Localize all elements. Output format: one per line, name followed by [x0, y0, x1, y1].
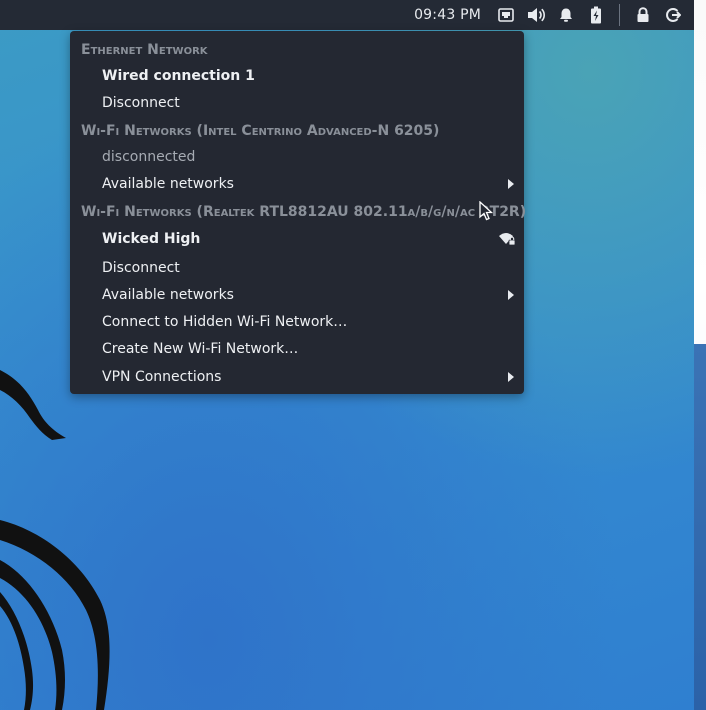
menu-item-label: Available networks — [102, 286, 234, 303]
section-header-label: Ethernet Network — [81, 41, 208, 58]
wifi-intel-status: disconnected — [70, 143, 524, 170]
network-wired-icon[interactable] — [495, 4, 517, 26]
wifi-secure-signal-icon — [499, 232, 516, 245]
volume-icon[interactable] — [525, 4, 547, 26]
menu-item-label: VPN Connections — [102, 368, 222, 385]
menu-item-label: Available networks — [102, 175, 234, 192]
wifi-intel-available-networks-item[interactable]: Available networks — [70, 170, 524, 197]
wifi-realtek-header: Wi-Fi Networks (Realtek RTL8812AU 802.11… — [70, 198, 527, 225]
vpn-connections-item[interactable]: VPN Connections — [70, 363, 524, 390]
mouse-cursor-icon — [479, 201, 493, 221]
clock[interactable]: 09:43 PM — [414, 7, 481, 23]
wifi-realtek-disconnect-item[interactable]: Disconnect — [70, 254, 524, 281]
connect-hidden-wifi-item[interactable]: Connect to Hidden Wi-Fi Network… — [70, 308, 524, 335]
submenu-arrow-icon — [508, 289, 514, 300]
adjacent-window-edge — [694, 0, 706, 710]
ethernet-network-header: Ethernet Network — [70, 36, 524, 63]
adjacent-window-bar — [694, 344, 706, 710]
wifi-realtek-available-networks-item[interactable]: Available networks — [70, 281, 524, 308]
menu-item-label: Wired connection 1 — [102, 67, 255, 84]
ethernet-disconnect-item[interactable]: Disconnect — [70, 89, 524, 116]
section-header-label: Wi-Fi Networks (Intel Centrino Advanced-… — [81, 122, 440, 139]
submenu-arrow-icon — [508, 178, 514, 189]
submenu-arrow-icon — [508, 371, 514, 382]
menu-item-label: Wicked High — [102, 230, 201, 247]
create-new-wifi-item[interactable]: Create New Wi-Fi Network… — [70, 335, 524, 362]
battery-charging-icon[interactable] — [585, 4, 607, 26]
logout-icon[interactable] — [662, 4, 684, 26]
panel-separator — [619, 4, 620, 26]
menu-item-label: Create New Wi-Fi Network… — [102, 340, 299, 357]
menu-item-label: Disconnect — [102, 94, 180, 111]
section-header-label: Wi-Fi Networks (Realtek RTL8812AU 802.11… — [81, 203, 527, 220]
notifications-bell-icon[interactable] — [555, 4, 577, 26]
wifi-intel-header: Wi-Fi Networks (Intel Centrino Advanced-… — [70, 117, 524, 144]
lock-icon[interactable] — [632, 4, 654, 26]
menu-item-label: disconnected — [102, 148, 196, 165]
wired-connection-item[interactable]: Wired connection 1 — [70, 62, 524, 89]
menu-item-label: Disconnect — [102, 259, 180, 276]
network-menu: Ethernet Network Wired connection 1 Disc… — [70, 31, 527, 394]
top-panel: 09:43 PM — [0, 0, 694, 30]
menu-item-label: Connect to Hidden Wi-Fi Network… — [102, 313, 348, 330]
wicked-high-network-item[interactable]: Wicked High — [70, 225, 524, 252]
